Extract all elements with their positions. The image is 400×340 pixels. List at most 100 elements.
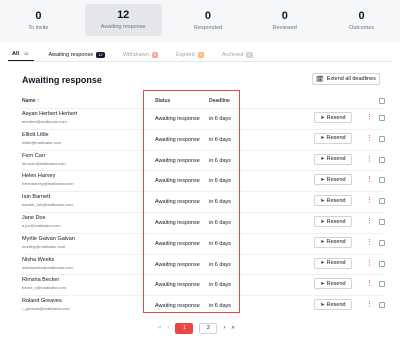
row-checkbox[interactable] (379, 281, 385, 288)
resend-label: Resend (326, 239, 346, 246)
resend-label: Resend (326, 114, 346, 121)
table-row[interactable]: Elliott Little elittle@mailinator.com Awai… (22, 128, 385, 150)
table-row[interactable]: Helen Harvey helenharvey@mailinator.com Aw… (22, 170, 385, 191)
row-checkbox[interactable] (379, 239, 385, 246)
table-row[interactable]: Myrtle Galvan Galvan mortleg@mailinator.c… (22, 232, 385, 254)
table-row[interactable]: Iain Barnett barnett_iain@mailinator.com A… (22, 191, 385, 212)
row-checkbox[interactable] (379, 302, 385, 309)
stat-outcomes[interactable]: 0 Outcomes (323, 2, 400, 40)
more-options-icon[interactable]: ⋮ (366, 300, 373, 309)
stat-to-invite[interactable]: 0 To invite (0, 2, 77, 40)
resend-label: Resend (326, 218, 346, 225)
stat-responded[interactable]: 0 Responded (170, 2, 247, 40)
tab-count: 0 (246, 51, 253, 58)
deadline-cell: in 6 days (209, 178, 232, 185)
tab-archived[interactable]: Archived 0 (218, 51, 257, 61)
stat-label: Awaiting response (100, 24, 146, 30)
resend-label: Resend (326, 280, 346, 287)
candidate-email: mortleg@mailinator.com (22, 243, 66, 249)
resend-button[interactable]: ➤ Resend (314, 174, 352, 186)
more-options-icon[interactable]: ⋮ (366, 134, 373, 143)
deadline-cell: in 6 days (209, 157, 232, 164)
row-checkbox[interactable] (379, 198, 385, 205)
row-checkbox[interactable] (379, 156, 385, 163)
status-cell: Awaiting response (155, 136, 200, 143)
resend-label: Resend (326, 260, 346, 267)
tab-label: Expired (176, 51, 195, 58)
stats-bar: 0 To invite 12 Awaiting response 0 Respo… (0, 0, 400, 42)
more-options-icon[interactable]: ⋮ (366, 279, 373, 288)
stat-label: To invite (28, 25, 49, 31)
next-page-icon[interactable]: › (223, 325, 225, 331)
more-options-icon[interactable]: ⋮ (366, 196, 373, 205)
resend-button[interactable]: ➤ Resend (314, 132, 352, 144)
candidate-email: becke_r@mailinator.com (22, 285, 67, 291)
more-options-icon[interactable]: ⋮ (366, 259, 373, 268)
more-options-icon[interactable]: ⋮ (366, 113, 373, 122)
tab-count: 0 (151, 51, 158, 58)
resend-button[interactable]: ➤ Resend (314, 153, 352, 165)
table-row[interactable]: Jane Doe d.jue@mailinator.com Awaiting res… (22, 212, 385, 233)
more-options-icon[interactable]: ⋮ (366, 175, 373, 184)
deadline-cell: in 6 days (209, 261, 232, 268)
row-checkbox[interactable] (379, 177, 385, 184)
stat-label: Responded (193, 25, 223, 31)
last-page-icon[interactable]: » (231, 325, 234, 331)
row-checkbox[interactable] (379, 135, 385, 142)
resend-button[interactable]: ➤ Resend (314, 195, 352, 207)
resend-button[interactable]: ➤ Resend (314, 112, 352, 123)
candidate-name: Iain Barnett (22, 194, 51, 201)
extend-label: Extend all deadlines (326, 76, 376, 82)
more-options-icon[interactable]: ⋮ (366, 155, 373, 164)
status-cell: Awaiting response (155, 178, 200, 185)
stat-reviewed[interactable]: 0 Reviewed (246, 2, 323, 40)
resend-button[interactable]: ➤ Resend (314, 236, 352, 248)
resend-label: Resend (326, 156, 346, 163)
more-options-icon[interactable]: ⋮ (366, 238, 373, 247)
page-button-1[interactable]: 1 (175, 322, 194, 334)
tab-withdrawn[interactable]: Withdrawn 0 (119, 51, 162, 61)
candidate-name: Jane Doe (22, 215, 46, 221)
table-row[interactable]: Fern Carr ferncarr@mailinator.com Awaiting… (22, 149, 385, 171)
first-page-icon[interactable]: « (158, 325, 161, 331)
table-row[interactable]: Rimsha Becker becke_r@mailinator.com Await… (22, 274, 385, 295)
prev-page-icon[interactable]: ‹ (167, 325, 169, 331)
row-checkbox[interactable] (379, 115, 385, 121)
resend-button[interactable]: ➤ Resend (314, 299, 352, 311)
send-icon: ➤ (320, 197, 325, 204)
page-button-2[interactable]: 2 (199, 322, 218, 334)
select-all-checkbox[interactable] (379, 98, 385, 104)
table-row[interactable]: Aayan Herbert Herbert aherbert@mailinator… (22, 108, 385, 129)
row-checkbox[interactable] (379, 260, 385, 267)
extend-all-deadlines-button[interactable]: 🗓 Extend all deadlines (312, 73, 380, 85)
tab-all[interactable]: All 12 (8, 51, 35, 61)
resend-button[interactable]: ➤ Resend (314, 257, 352, 269)
resend-button[interactable]: ➤ Resend (314, 278, 352, 290)
column-header-name[interactable]: Name ↑ (22, 98, 40, 104)
deadline-cell: in 6 days (209, 136, 232, 143)
candidate-name: Myrtle Galvan Galvan (22, 235, 75, 242)
row-checkbox[interactable] (379, 219, 385, 225)
deadline-cell: in 6 days (209, 282, 232, 289)
more-options-icon[interactable]: ⋮ (366, 217, 373, 226)
send-icon: ➤ (320, 114, 325, 121)
resend-button[interactable]: ➤ Resend (314, 216, 352, 227)
stat-number: 0 (35, 10, 42, 22)
tab-expired[interactable]: Expired 0 (172, 51, 208, 61)
candidate-email: ferncarr@mailinator.com (22, 160, 66, 166)
stat-awaiting-response[interactable]: 12 Awaiting response (84, 4, 162, 36)
send-icon: ➤ (320, 218, 325, 225)
stat-number: 0 (281, 10, 288, 22)
status-cell: Awaiting response (155, 303, 200, 310)
candidate-name: Aayan Herbert Herbert (22, 111, 78, 117)
pagination: « ‹ 1 2 › » (158, 322, 235, 334)
deadline-cell: in 6 days (209, 116, 232, 122)
tab-awaiting-response[interactable]: Awaiting response 12 (44, 51, 108, 61)
stat-number: 0 (358, 10, 365, 22)
candidate-email: aherbert@mailinator.com (22, 119, 67, 124)
table-row[interactable]: Nisha Weeks nishaweeks@mailinator.com Awai… (22, 253, 385, 275)
table-row[interactable]: Roland Greaves r_greaves@mailinator.com Aw… (22, 295, 385, 316)
stat-label: Outcomes (349, 25, 375, 31)
send-icon: ➤ (320, 176, 325, 183)
tab-count: 12 (96, 51, 105, 58)
